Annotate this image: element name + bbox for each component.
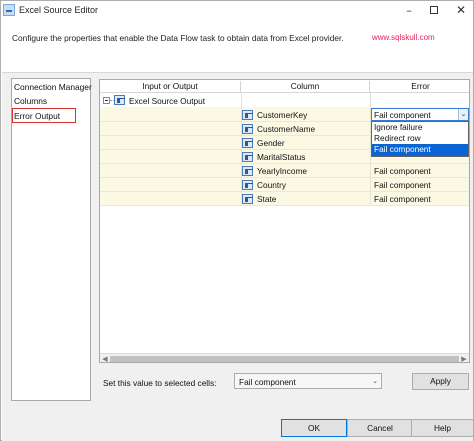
page-navigation: Connection Manager Columns Error Output (11, 78, 92, 401)
table-cell-column[interactable]: CustomerKey (257, 110, 307, 120)
error-dropdown-list: Ignore failure Redirect row Fail compone… (371, 121, 469, 157)
dropdown-option-ignore-failure[interactable]: Ignore failure (372, 122, 468, 133)
chevron-down-icon: ⌄ (372, 377, 378, 385)
grid-header: Input or Output Column Error (100, 80, 469, 93)
column-icon (242, 166, 253, 176)
column-icon (242, 138, 253, 148)
minimize-button[interactable]: – (397, 2, 421, 19)
row-divider (100, 191, 469, 192)
app-icon (3, 4, 15, 16)
title-bar: Excel Source Editor – ✕ (1, 1, 473, 21)
header-description: Configure the properties that enable the… (12, 33, 344, 43)
error-output-grid[interactable]: Input or Output Column Error Excel Sourc… (99, 79, 470, 363)
help-button[interactable]: Help (411, 419, 474, 437)
scroll-right-icon[interactable]: ▶ (460, 355, 468, 362)
column-icon (242, 152, 253, 162)
error-dropdown-value: Fail component (374, 110, 431, 120)
row-divider (100, 205, 469, 206)
window-title: Excel Source Editor (19, 5, 99, 15)
scrollbar-thumb[interactable] (110, 356, 459, 362)
close-button[interactable]: ✕ (449, 2, 473, 19)
apply-button[interactable]: Apply (412, 373, 469, 390)
output-icon (114, 95, 125, 105)
row-divider (100, 163, 469, 164)
excel-source-editor-window: Excel Source Editor – ✕ Configure the pr… (0, 0, 474, 441)
table-cell-column[interactable]: MaritalStatus (257, 152, 305, 162)
maximize-button[interactable] (422, 2, 446, 19)
row-divider (100, 177, 469, 178)
maximize-icon (430, 6, 438, 14)
table-cell-column[interactable]: Gender (257, 138, 285, 148)
output-name: Excel Source Output (129, 96, 206, 106)
dropdown-option-fail-component[interactable]: Fail component (372, 144, 468, 156)
column-header-column[interactable]: Column (241, 81, 370, 93)
set-value-select[interactable]: Fail component ⌄ (234, 373, 382, 389)
nav-item-connection-manager[interactable]: Connection Manager (14, 82, 92, 92)
watermark-text: www.sqlskull.com (372, 33, 435, 42)
column-icon (242, 180, 253, 190)
column-header-error[interactable]: Error (370, 81, 469, 93)
nav-item-columns[interactable]: Columns (14, 96, 47, 106)
collapse-icon[interactable] (103, 97, 110, 104)
set-value-select-value: Fail component (239, 377, 296, 387)
dialog-footer: OK Cancel Help (2, 411, 474, 441)
table-cell-error[interactable]: Fail component (374, 180, 431, 190)
nav-item-error-output[interactable]: Error Output (14, 111, 60, 121)
cancel-button[interactable]: Cancel (347, 419, 413, 437)
ok-button[interactable]: OK (281, 419, 347, 437)
table-cell-column[interactable]: YearlyIncome (257, 166, 307, 176)
table-cell-column[interactable]: Country (257, 180, 286, 190)
table-cell-error[interactable]: Fail component (374, 194, 431, 204)
horizontal-scrollbar[interactable]: ◀ ▶ (100, 353, 469, 362)
table-cell-column[interactable]: CustomerName (257, 124, 315, 134)
table-cell-error[interactable]: Fail component (374, 166, 431, 176)
column-icon (242, 194, 253, 204)
chevron-down-icon[interactable]: ⌄ (458, 109, 468, 120)
scroll-left-icon[interactable]: ◀ (101, 355, 109, 362)
column-icon (242, 110, 253, 120)
table-cell-column[interactable]: State (257, 194, 276, 204)
dropdown-option-redirect-row[interactable]: Redirect row (372, 133, 468, 144)
column-icon (242, 124, 253, 134)
error-dropdown[interactable]: Fail component ⌄ (371, 108, 469, 121)
column-header-input-or-output[interactable]: Input or Output (100, 81, 241, 93)
editor-header: Configure the properties that enable the… (2, 21, 473, 73)
editor-body: Connection Manager Columns Error Output … (2, 73, 473, 411)
set-value-label: Set this value to selected cells: (103, 378, 217, 388)
